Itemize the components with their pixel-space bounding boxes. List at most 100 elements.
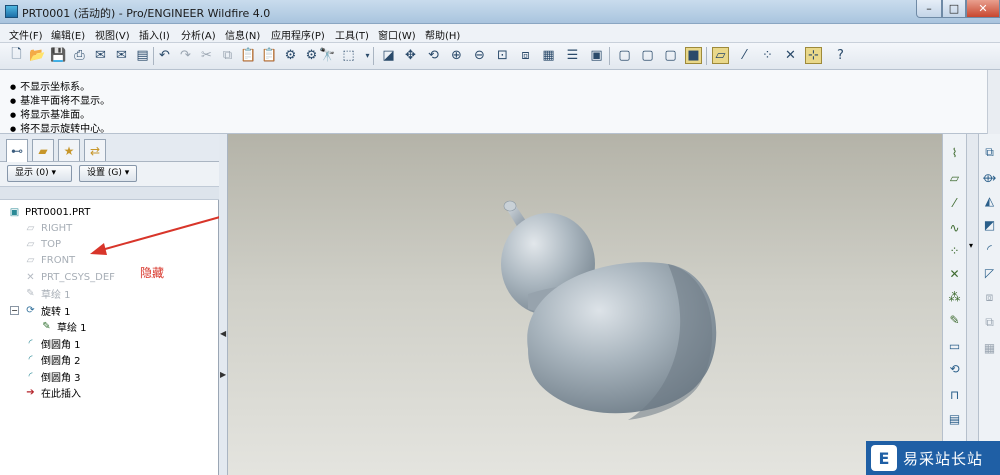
close-button[interactable]: ✕	[966, 0, 1000, 18]
draft-tool-icon[interactable]: ◩	[981, 216, 998, 233]
revolve-tool-icon[interactable]: ⟲	[946, 360, 963, 377]
shading-icon[interactable]: ■	[685, 47, 702, 64]
save-icon[interactable]: 💾	[50, 47, 67, 64]
blend-tool-icon[interactable]: ▤	[946, 410, 963, 427]
hole-tool-icon[interactable]: ⧉	[981, 144, 998, 161]
plane-tool-icon[interactable]: ▱	[946, 169, 963, 186]
datum-planes-toggle-icon[interactable]: ▱	[712, 47, 729, 64]
print-icon[interactable]: ⎙	[71, 47, 88, 64]
pane-splitter[interactable]	[219, 134, 228, 475]
menu-edit[interactable]: 编辑(E)	[51, 27, 85, 42]
tree-item-round-1[interactable]: ◜ 倒圆角 1	[24, 335, 81, 351]
point-tool-icon[interactable]: ⁘	[946, 242, 963, 259]
no-hidden-icon[interactable]: ▢	[662, 47, 679, 64]
copy-icon[interactable]: ⧉	[219, 47, 236, 64]
maximize-button[interactable]: □	[942, 0, 966, 18]
tree-collapse-toggle[interactable]: −	[10, 306, 19, 315]
zoom-out-icon[interactable]: ⊖	[471, 47, 488, 64]
expand-right-icon[interactable]: ▶	[220, 370, 226, 379]
mirror-tool-icon[interactable]: ⧉	[981, 314, 998, 331]
tree-item-sketch-child[interactable]: ✎ 草绘 1	[40, 318, 86, 334]
paste-icon[interactable]: 📋	[240, 47, 257, 64]
sketch-tool-icon[interactable]: ✎	[946, 311, 963, 328]
csys-toggle-icon[interactable]: ✕	[782, 47, 799, 64]
send-mail-icon[interactable]: ✉	[92, 47, 109, 64]
model-tree-toggle-icon[interactable]: ▤	[134, 47, 151, 64]
tree-item-insert-here[interactable]: ➔ 在此插入	[24, 384, 81, 400]
menu-view[interactable]: 视图(V)	[95, 27, 130, 42]
message-area: 不显示坐标系。 基准平面将不显示。 将显示基准面。 将不显示旋转中心。	[0, 70, 1000, 135]
settings-button[interactable]: 设置 (G) ▾	[79, 165, 137, 182]
round-tool-icon[interactable]: ◜	[981, 240, 998, 257]
saved-views-icon[interactable]: ▦	[540, 47, 557, 64]
refit-icon[interactable]: ⊡	[494, 47, 511, 64]
show-button[interactable]: 显示 (0) ▾	[7, 165, 72, 182]
hidden-line-icon[interactable]: ▢	[639, 47, 656, 64]
undo-icon[interactable]: ↶	[156, 47, 173, 64]
send-attachment-icon[interactable]: ✉	[113, 47, 130, 64]
graphics-viewport[interactable]	[228, 134, 942, 475]
open-folder-icon[interactable]: 📂	[29, 47, 46, 64]
menu-info[interactable]: 信息(N)	[225, 27, 260, 42]
collapse-left-icon[interactable]: ◀	[220, 329, 226, 338]
menu-applications[interactable]: 应用程序(P)	[271, 27, 325, 42]
pattern-tool-icon[interactable]: ⧈	[981, 289, 998, 306]
menu-help[interactable]: 帮助(H)	[425, 27, 460, 42]
cut-icon[interactable]: ✂	[198, 47, 215, 64]
tree-item-csys[interactable]: ✕ PRT_CSYS_DEF	[24, 269, 115, 285]
select-box-icon[interactable]: ⬚	[340, 47, 357, 64]
tab-connections[interactable]: ⇄	[84, 139, 106, 161]
toolbar-expander[interactable]: ▾	[966, 134, 978, 475]
annotation-label: 隐藏	[140, 266, 165, 280]
axis-tool-icon[interactable]: ⁄	[946, 194, 963, 211]
datum-axes-toggle-icon[interactable]: ⁄	[736, 47, 753, 64]
datum-plane-tool-icon[interactable]: ⌇	[946, 144, 963, 161]
datum-points-toggle-icon[interactable]: ⁘	[759, 47, 776, 64]
tab-model-tree[interactable]: ⊷	[6, 139, 28, 162]
context-help-icon[interactable]: ?	[832, 47, 849, 64]
chamfer-tool-icon[interactable]: ◸	[981, 264, 998, 281]
layers-icon[interactable]: ☰	[564, 47, 581, 64]
find-icon[interactable]: 🔭	[319, 47, 336, 64]
sweep-tool-icon[interactable]: ⊓	[946, 386, 963, 403]
repaint-icon[interactable]: ◪	[380, 47, 397, 64]
navigator-controls: 显示 (0) ▾ 设置 (G) ▾	[0, 162, 219, 186]
tab-folder-browser[interactable]: ▰	[32, 139, 54, 161]
reorient-icon[interactable]: ⧈	[517, 47, 534, 64]
menu-insert[interactable]: 插入(I)	[139, 27, 170, 42]
new-file-icon[interactable]: 🗋	[8, 47, 25, 64]
rib-tool-icon[interactable]: ◭	[981, 192, 998, 209]
regen-manager-icon[interactable]: ⚙	[303, 47, 320, 64]
extrude-tool-icon[interactable]: ▭	[946, 337, 963, 354]
tree-item-round-2[interactable]: ◜ 倒圆角 2	[24, 351, 81, 367]
menu-file[interactable]: 文件(F)	[9, 27, 43, 42]
tree-item-round-3[interactable]: ◜ 倒圆角 3	[24, 368, 81, 384]
regenerate-icon[interactable]: ⚙	[282, 47, 299, 64]
shell-tool-icon[interactable]: ⟴	[981, 169, 998, 186]
wireframe-icon[interactable]: ▢	[616, 47, 633, 64]
merge-tool-icon[interactable]: ▦	[981, 339, 998, 356]
view-manager-icon[interactable]: ▣	[588, 47, 605, 64]
menu-analysis[interactable]: 分析(A)	[181, 27, 216, 42]
analysis-tool-icon[interactable]: ⁂	[946, 288, 963, 305]
tree-item-front[interactable]: ▱ FRONT	[24, 252, 76, 268]
chevron-down-icon[interactable]: ▾	[969, 241, 973, 250]
curve-tool-icon[interactable]: ∿	[946, 219, 963, 236]
zoom-in-icon[interactable]: ⊕	[448, 47, 465, 64]
menu-window[interactable]: 窗口(W)	[378, 27, 416, 42]
spin-center-toggle-icon[interactable]: ⊹	[805, 47, 822, 64]
minimize-button[interactable]: –	[916, 0, 942, 18]
menu-tools[interactable]: 工具(T)	[335, 27, 369, 42]
message-scrollbar[interactable]	[987, 70, 1000, 134]
spin-center-icon[interactable]: ✥	[402, 47, 419, 64]
tree-item-sketch[interactable]: ✎ 草绘 1	[24, 285, 70, 301]
tree-item-revolve[interactable]: ⟳ 旋转 1	[24, 302, 70, 318]
tree-item-part[interactable]: ▣ PRT0001.PRT	[8, 204, 91, 220]
paste-special-icon[interactable]: 📋	[261, 47, 278, 64]
redo-icon[interactable]: ↷	[177, 47, 194, 64]
tab-favorites[interactable]: ★	[58, 139, 80, 161]
csys-tool-icon[interactable]: ✕	[946, 265, 963, 282]
orient-mode-icon[interactable]: ⟲	[425, 47, 442, 64]
tree-item-right[interactable]: ▱ RIGHT	[24, 220, 73, 236]
tree-item-top[interactable]: ▱ TOP	[24, 236, 61, 252]
